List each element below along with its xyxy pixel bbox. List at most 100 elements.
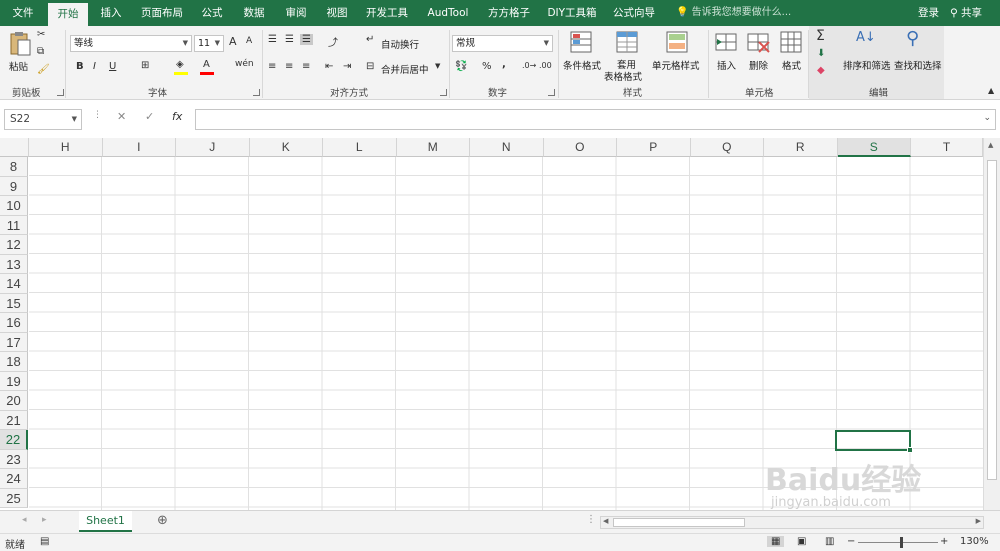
sort-filter-icon[interactable]: A↓ <box>856 30 876 45</box>
fill-handle[interactable] <box>907 447 913 453</box>
row-header[interactable]: 17 <box>0 332 28 352</box>
increase-indent-icon[interactable]: ⇥ <box>343 61 351 72</box>
orientation-icon[interactable]: ⤴ <box>328 34 338 49</box>
align-right-icon[interactable]: ≡ <box>302 61 310 72</box>
format-painter-icon[interactable]: 🖌 <box>37 64 50 75</box>
tab-audtool[interactable]: AudTool <box>420 0 476 26</box>
number-format-select[interactable]: 常规 ▼ <box>452 35 553 52</box>
conditional-format-icon[interactable] <box>570 31 594 55</box>
delete-cells-button[interactable]: 删除 <box>749 58 768 72</box>
cut-icon[interactable]: ✂ <box>37 29 45 40</box>
select-all-corner[interactable] <box>0 138 29 157</box>
horizontal-scroll-thumb[interactable] <box>613 518 745 527</box>
percent-button[interactable]: % <box>482 61 492 72</box>
horizontal-scrollbar[interactable]: ◀ ▶ <box>600 516 984 529</box>
fill-color-icon[interactable]: ◈ <box>176 59 184 70</box>
font-color-icon[interactable]: A <box>203 59 210 70</box>
autosum-icon[interactable]: Σ <box>816 28 825 44</box>
align-middle-icon[interactable]: ☰ <box>285 34 294 45</box>
clear-icon[interactable]: ◆ <box>817 65 825 76</box>
insert-cells-icon[interactable] <box>715 31 739 55</box>
row-header[interactable]: 24 <box>0 469 28 489</box>
column-header[interactable]: J <box>176 138 250 157</box>
column-header[interactable]: N <box>470 138 544 157</box>
zoom-in-icon[interactable]: + <box>940 536 948 547</box>
chevron-down-icon[interactable]: ▼ <box>435 62 440 70</box>
increase-decimal-icon[interactable]: .0→ <box>522 61 536 70</box>
conditional-format-button[interactable]: 条件格式 <box>563 58 601 72</box>
scroll-up-icon[interactable]: ▲ <box>988 141 993 149</box>
next-sheet-icon[interactable]: ▸ <box>42 515 47 525</box>
prev-sheet-icon[interactable]: ◂ <box>22 515 27 525</box>
align-bottom-icon[interactable]: ☰ <box>300 34 313 45</box>
font-name-select[interactable]: 等线 ▼ <box>70 35 192 52</box>
alignment-launcher-icon[interactable] <box>440 89 447 96</box>
formula-input[interactable]: ⌄ <box>195 109 996 130</box>
name-box[interactable]: S22 ▼ <box>4 109 82 130</box>
cell-styles-icon[interactable] <box>666 31 690 55</box>
merge-center-button[interactable]: 合并后居中 <box>381 62 429 76</box>
vertical-scrollbar[interactable]: ▲ <box>983 138 1000 510</box>
paste-button[interactable]: 粘贴 <box>9 59 28 73</box>
row-header[interactable]: 16 <box>0 313 28 333</box>
row-header[interactable]: 9 <box>0 176 28 196</box>
number-launcher-icon[interactable] <box>548 89 555 96</box>
scroll-right-icon[interactable]: ▶ <box>976 517 981 525</box>
format-cells-icon[interactable] <box>780 31 804 55</box>
column-header[interactable]: M <box>396 138 470 157</box>
column-header[interactable]: P <box>617 138 691 157</box>
accounting-format-icon[interactable]: 💱 <box>455 61 467 72</box>
column-header[interactable]: T <box>911 138 983 157</box>
border-icon[interactable]: ⊞ <box>141 60 149 71</box>
share-button[interactable]: ⚲ 共享 <box>950 0 982 26</box>
phonetic-icon[interactable]: wén <box>235 59 254 69</box>
cancel-icon[interactable]: ✕ <box>117 110 126 123</box>
decrease-decimal-icon[interactable]: .00 <box>539 61 552 70</box>
row-header[interactable]: 20 <box>0 391 28 411</box>
copy-icon[interactable]: ⧉ <box>37 46 44 57</box>
expand-formula-icon[interactable]: ⌄ <box>983 113 991 123</box>
row-header[interactable]: 10 <box>0 196 28 216</box>
tell-me-box[interactable]: 💡 告诉我您想要做什么... <box>676 0 791 26</box>
tab-fangfang[interactable]: 方方格子 <box>482 0 536 26</box>
tab-file[interactable]: 文件 <box>4 0 42 26</box>
column-header[interactable]: O <box>543 138 617 157</box>
underline-button[interactable]: U <box>109 61 116 72</box>
decrease-indent-icon[interactable]: ⇤ <box>325 61 333 72</box>
login-link[interactable]: 登录 <box>918 0 939 26</box>
align-top-icon[interactable]: ☰ <box>268 34 277 45</box>
zoom-slider-thumb[interactable] <box>900 537 903 548</box>
row-header[interactable]: 21 <box>0 410 28 430</box>
row-header[interactable]: 23 <box>0 449 28 469</box>
column-header[interactable]: R <box>764 138 838 157</box>
tab-formulas[interactable]: 公式 <box>194 0 230 26</box>
tab-home[interactable]: 开始 <box>48 3 88 26</box>
row-header[interactable]: 14 <box>0 274 28 294</box>
sheet-tab-sheet1[interactable]: Sheet1 <box>79 511 132 532</box>
normal-view-icon[interactable]: ▦ <box>767 536 785 547</box>
italic-button[interactable]: I <box>93 61 96 72</box>
format-as-table-line2[interactable]: 表格格式 <box>604 69 642 83</box>
font-size-select[interactable]: 11 ▼ <box>194 35 224 52</box>
find-select-icon[interactable]: ⚲ <box>906 28 919 49</box>
insert-cells-button[interactable]: 插入 <box>717 58 736 72</box>
row-header[interactable]: 12 <box>0 235 28 255</box>
macro-record-icon[interactable]: ▤ <box>40 536 49 547</box>
enter-icon[interactable]: ✓ <box>145 110 154 123</box>
shrink-font-button[interactable]: A <box>246 36 252 46</box>
column-header[interactable]: Q <box>690 138 764 157</box>
zoom-level[interactable]: 130% <box>960 536 989 547</box>
align-left-icon[interactable]: ≡ <box>268 61 276 72</box>
paste-icon[interactable] <box>9 31 31 57</box>
tab-page-layout[interactable]: 页面布局 <box>136 0 188 26</box>
row-header[interactable]: 8 <box>0 157 28 177</box>
vertical-scroll-thumb[interactable] <box>987 160 997 480</box>
align-center-icon[interactable]: ≡ <box>285 61 293 72</box>
column-header[interactable]: L <box>323 138 397 157</box>
tab-view[interactable]: 视图 <box>319 0 355 26</box>
row-header[interactable]: 15 <box>0 293 28 313</box>
format-cells-button[interactable]: 格式 <box>782 58 801 72</box>
tab-split-handle-icon[interactable]: ⋮ <box>586 514 596 525</box>
row-header[interactable]: 18 <box>0 352 28 372</box>
column-header[interactable]: I <box>102 138 176 157</box>
